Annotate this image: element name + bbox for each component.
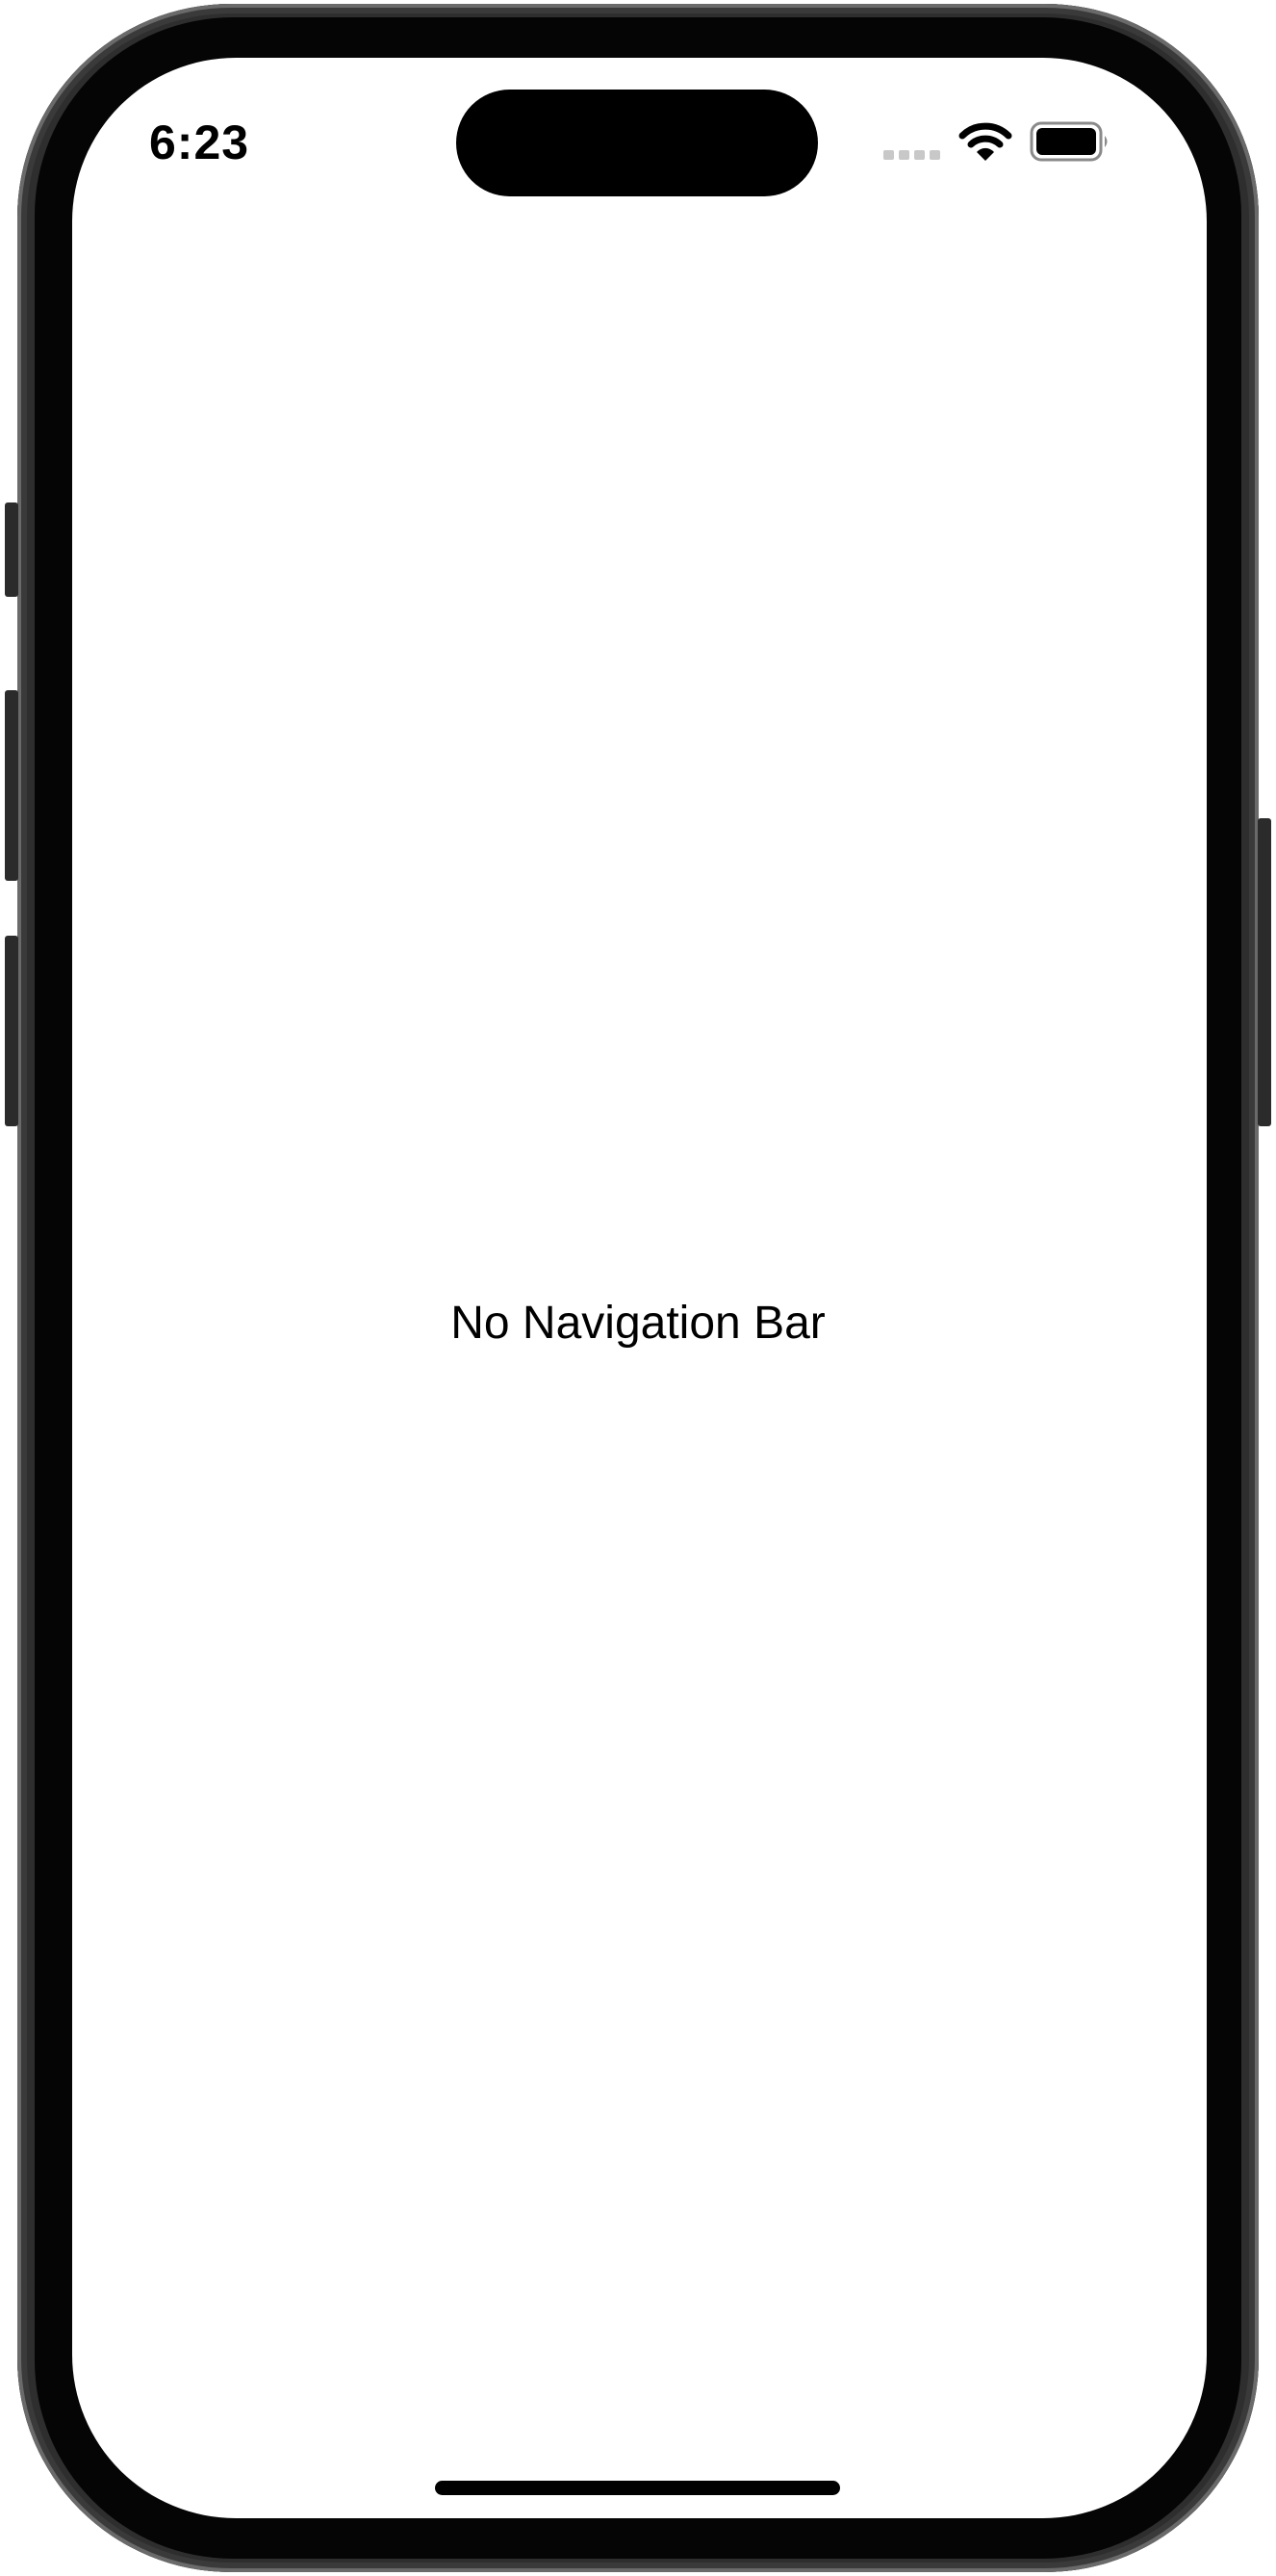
volume-down-button <box>5 936 18 1126</box>
wifi-icon <box>958 122 1012 161</box>
home-indicator[interactable] <box>435 2481 840 2495</box>
action-button <box>5 502 18 597</box>
dynamic-island <box>456 90 818 196</box>
no-navigation-bar-label: No Navigation Bar <box>450 1298 826 1349</box>
status-time: 6:23 <box>149 116 250 169</box>
cellular-signal-icon <box>883 150 940 160</box>
volume-up-button <box>5 690 18 881</box>
screen <box>72 58 1207 2518</box>
power-button <box>1258 818 1271 1126</box>
battery-icon <box>1030 121 1108 162</box>
